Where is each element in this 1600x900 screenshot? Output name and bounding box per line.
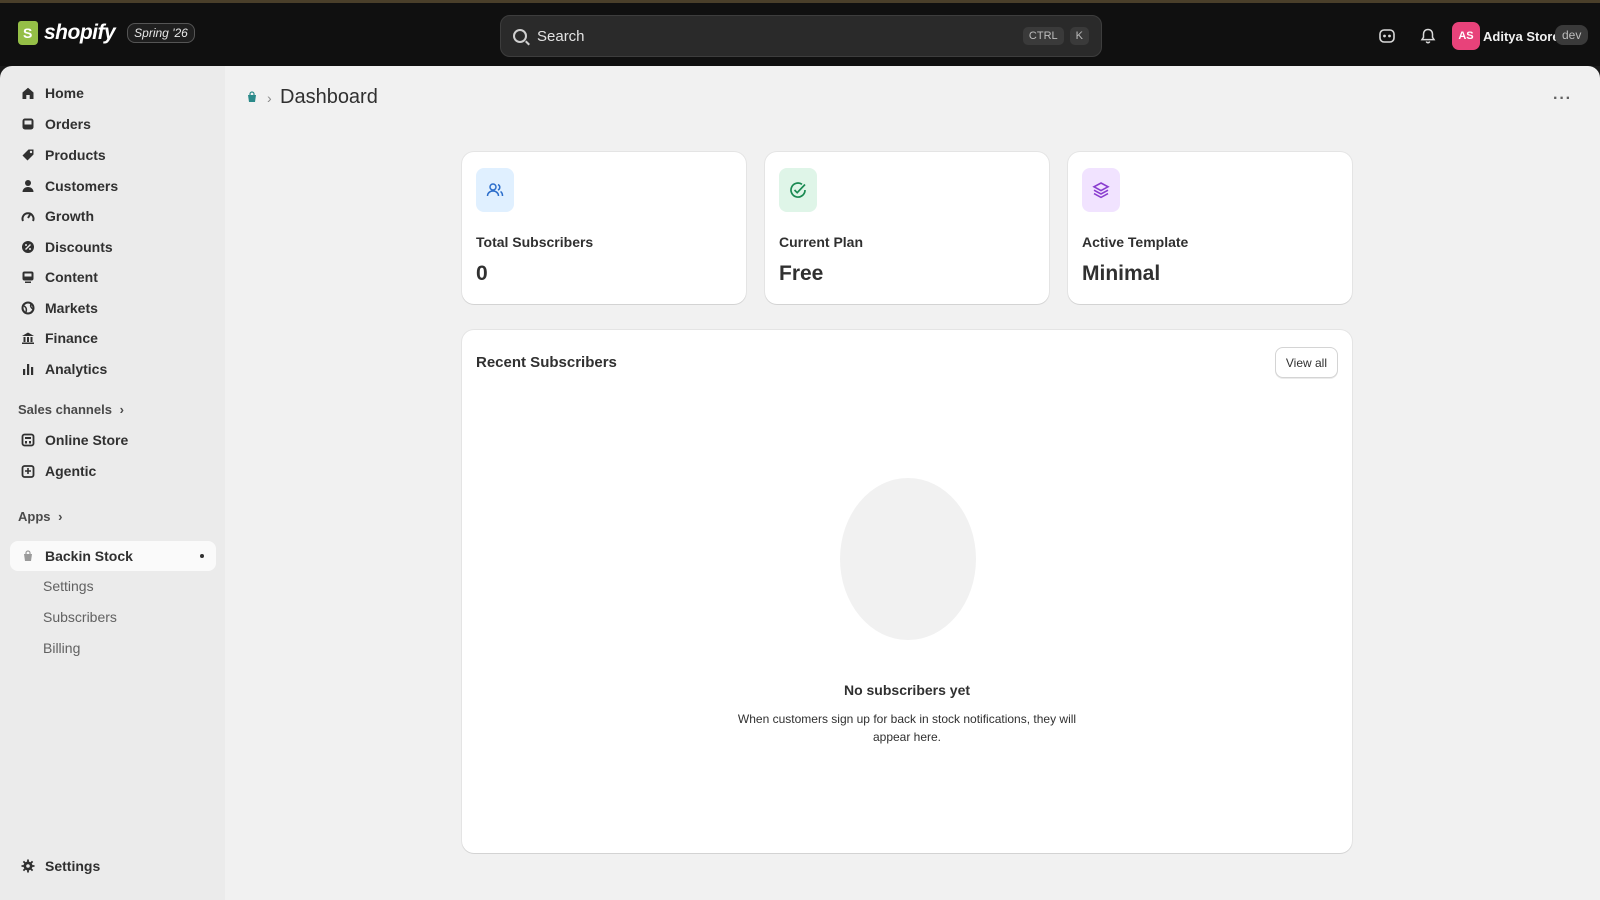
- sidebar-item-label: Products: [45, 147, 106, 163]
- env-badge: dev: [1555, 25, 1589, 45]
- sidebar-item-content[interactable]: Content: [10, 262, 216, 292]
- stat-value: 0: [476, 262, 488, 285]
- empty-state-title: No subscribers yet: [843, 682, 971, 698]
- avatar[interactable]: AS: [1452, 22, 1480, 50]
- sidebar-item-analytics[interactable]: Analytics: [10, 354, 216, 384]
- top-bar: shopify Spring '26 CTRL K AS Aditya Stor…: [0, 0, 1600, 66]
- page-header: › Dashboard ···: [225, 66, 1600, 128]
- search-bar[interactable]: CTRL K: [500, 15, 1102, 57]
- sidebar-item-discounts[interactable]: Discounts: [10, 232, 216, 262]
- sidebar-item-label: Backin Stock: [45, 548, 133, 564]
- tag-icon: [20, 148, 35, 163]
- chevron-right-icon: ›: [119, 402, 124, 417]
- stat-value: Minimal: [1082, 262, 1161, 285]
- recent-subscribers-card: Recent Subscribers View all No subscribe…: [462, 330, 1352, 853]
- chevron-right-icon: ›: [58, 509, 63, 524]
- sidebar-item-label: Discounts: [45, 239, 113, 255]
- sidebar-item-settings[interactable]: Settings: [10, 851, 216, 881]
- empty-state-illustration: [840, 478, 976, 640]
- empty-state-text: When customers sign up for back in stock…: [737, 712, 1077, 744]
- shortcut-key: K: [1069, 27, 1089, 45]
- sidebar-item-label: Customers: [45, 178, 119, 194]
- stat-card-current-plan: Current Plan Free: [765, 152, 1049, 304]
- sidebar-item-home[interactable]: Home: [10, 78, 216, 108]
- sidebar-item-label: Growth: [45, 208, 94, 224]
- bank-icon: [20, 331, 35, 346]
- sidebar-item-online-store[interactable]: Online Store: [10, 425, 216, 455]
- sidebar-item-finance[interactable]: Finance: [10, 323, 216, 353]
- users-icon: [476, 168, 514, 212]
- sidebar: Home Orders Products Customers Growth Di…: [0, 66, 225, 900]
- sidebar-item-label: Home: [45, 85, 84, 101]
- stat-card-total-subscribers: Total Subscribers 0: [462, 152, 746, 304]
- sales-channels-label: Sales channels: [18, 402, 112, 417]
- shopify-bag-icon: [18, 21, 38, 45]
- gear-icon: [20, 859, 35, 874]
- app-icon[interactable]: [245, 90, 259, 104]
- growth-icon: [20, 209, 35, 224]
- sidebar-item-label: Content: [45, 269, 98, 285]
- sidebar-item-label: Settings: [45, 858, 101, 874]
- sidebar-item-products[interactable]: Products: [10, 140, 216, 170]
- sidebar-item-orders[interactable]: Orders: [10, 109, 216, 139]
- sidebar-item-label: Orders: [45, 116, 91, 132]
- apps-label: Apps: [18, 509, 51, 524]
- active-dot: [200, 554, 204, 558]
- inbox-icon: [20, 117, 35, 132]
- store-name[interactable]: Aditya Store: [1483, 29, 1560, 44]
- person-icon: [20, 179, 35, 194]
- home-icon: [20, 86, 35, 101]
- stat-value: Free: [779, 262, 824, 285]
- search-icon: [513, 29, 527, 43]
- sidebar-item-agentic[interactable]: Agentic: [10, 456, 216, 486]
- stat-label: Total Subscribers: [476, 234, 594, 250]
- sidebar-item-markets[interactable]: Markets: [10, 293, 216, 323]
- sidebar-item-backin-stock[interactable]: Backin Stock: [10, 541, 216, 571]
- check-circle-icon: [779, 168, 817, 212]
- view-all-button[interactable]: View all: [1274, 347, 1338, 378]
- stat-label: Active Template: [1082, 234, 1189, 250]
- sidebar-item-label: Finance: [45, 330, 98, 346]
- sales-channels-header[interactable]: Sales channels ›: [18, 402, 124, 417]
- search-input[interactable]: [537, 27, 1017, 45]
- bar-chart-icon: [20, 362, 35, 377]
- sidebar-item-label: Markets: [45, 300, 98, 316]
- apps-header[interactable]: Apps ›: [18, 509, 62, 524]
- globe-icon: [20, 301, 35, 316]
- layers-icon: [1082, 168, 1120, 212]
- content-icon: [20, 270, 35, 285]
- page-title: Dashboard: [280, 86, 378, 108]
- sidebar-item-label: Analytics: [45, 361, 108, 377]
- recent-subscribers-title: Recent Subscribers: [476, 354, 617, 371]
- store-icon: [20, 433, 35, 448]
- bell-icon[interactable]: [1417, 25, 1439, 47]
- shopify-logo[interactable]: shopify Spring '26: [18, 21, 195, 45]
- sidekick-icon[interactable]: [1376, 25, 1398, 47]
- stat-card-active-template: Active Template Minimal: [1068, 152, 1352, 304]
- more-actions-icon[interactable]: ···: [1553, 90, 1572, 108]
- app-icon: [20, 549, 35, 564]
- shortcut-ctrl: CTRL: [1022, 27, 1064, 45]
- edition-badge[interactable]: Spring '26: [127, 23, 195, 43]
- sidebar-item-customers[interactable]: Customers: [10, 171, 216, 201]
- brand-name: shopify: [44, 21, 116, 44]
- sidebar-item-growth[interactable]: Growth: [10, 201, 216, 231]
- agent-icon: [20, 464, 35, 479]
- discount-icon: [20, 240, 35, 255]
- sidebar-subitem-subscribers[interactable]: Subscribers: [43, 609, 117, 625]
- breadcrumb-chevron-icon: ›: [267, 90, 272, 106]
- stat-label: Current Plan: [779, 234, 864, 250]
- main-content: › Dashboard ··· Total Subscribers 0 Curr…: [225, 66, 1600, 900]
- sidebar-item-label: Agentic: [45, 463, 97, 479]
- sidebar-subitem-billing[interactable]: Billing: [43, 640, 80, 656]
- sidebar-item-label: Online Store: [45, 432, 129, 448]
- sidebar-subitem-settings[interactable]: Settings: [43, 578, 94, 594]
